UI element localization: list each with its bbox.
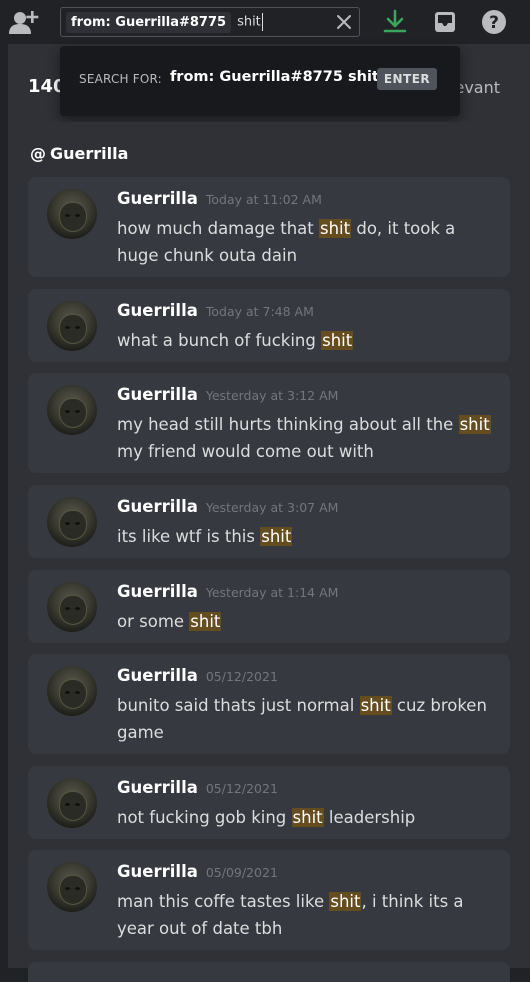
message-author[interactable]: Guerrilla 05/09/2021 xyxy=(117,862,278,881)
download-icon[interactable] xyxy=(379,6,411,38)
message-content: man this coffe tastes like shit, i think… xyxy=(117,892,464,938)
channel-header[interactable]: @ Guerrilla xyxy=(30,144,128,163)
search-highlight: shit xyxy=(319,219,352,238)
search-result[interactable]: Guerrilla Yesterday at 1:14 AM or some sh… xyxy=(28,570,510,643)
message-author[interactable]: Guerrilla Today at 7:48 AM xyxy=(117,301,314,320)
clear-search-icon[interactable] xyxy=(335,13,353,31)
search-result[interactable]: Guerrilla Today at 7:48 AM what a bunch o… xyxy=(28,289,510,362)
enter-key-hint[interactable]: ENTER xyxy=(377,68,437,90)
search-result[interactable]: Guerrilla 05/09/2021 man this coffe taste… xyxy=(28,850,510,950)
inbox-icon[interactable] xyxy=(429,6,461,38)
avatar[interactable] xyxy=(47,778,97,828)
avatar[interactable] xyxy=(47,666,97,716)
help-icon[interactable]: ? xyxy=(478,6,510,38)
avatar[interactable] xyxy=(47,582,97,632)
message-author[interactable]: Guerrilla Today at 11:02 AM xyxy=(117,189,322,208)
message-timestamp: Yesterday at 3:12 AM xyxy=(205,388,339,403)
message-timestamp: Today at 7:48 AM xyxy=(205,304,314,319)
message-content: bunito said thats just normal shit cuz b… xyxy=(117,696,487,742)
search-result[interactable]: Guerrilla Today at 11:02 AM how much dama… xyxy=(28,177,510,277)
message-timestamp: Yesterday at 3:07 AM xyxy=(205,500,339,515)
search-filter-chip[interactable]: from: Guerrilla#8775 xyxy=(66,11,232,33)
svg-text:?: ? xyxy=(489,13,499,33)
message-content: its like wtf is this shit xyxy=(117,527,293,546)
toolbar: from: Guerrilla#8775 shit ? xyxy=(0,0,530,44)
message-content: how much damage that shit do, it took a … xyxy=(117,219,456,265)
search-highlight: shit xyxy=(329,892,362,911)
search-highlight: shit xyxy=(458,415,491,434)
message-timestamp: 05/09/2021 xyxy=(205,865,278,880)
search-result[interactable]: Guerrilla Yesterday at 3:12 AM my head st… xyxy=(28,373,510,473)
message-timestamp: Today at 11:02 AM xyxy=(205,192,322,207)
search-result[interactable]: Guerrilla Yesterday at 3:07 AM its like w… xyxy=(28,485,510,558)
search-for-query[interactable]: from: Guerrilla#8775 shit xyxy=(170,69,379,85)
message-content: my head still hurts thinking about all t… xyxy=(117,415,491,461)
message-author[interactable]: Guerrilla Yesterday at 3:07 AM xyxy=(117,497,338,516)
avatar[interactable] xyxy=(47,497,97,547)
avatar[interactable] xyxy=(47,189,97,239)
message-content: or some shit xyxy=(117,612,222,631)
at-icon: @ xyxy=(30,144,46,163)
message-author[interactable]: Guerrilla 05/12/2021 xyxy=(117,778,278,797)
search-query-text: shit xyxy=(237,13,263,31)
search-highlight: shit xyxy=(321,331,354,350)
avatar[interactable] xyxy=(47,862,97,912)
message-author[interactable]: Guerrilla Yesterday at 1:14 AM xyxy=(117,582,338,601)
sort-option[interactable]: evant xyxy=(454,78,500,97)
search-highlight: shit xyxy=(260,527,293,546)
search-suggestion-popout[interactable]: SEARCH FOR: from: Guerrilla#8775 shit EN… xyxy=(60,46,460,116)
message-timestamp: 05/12/2021 xyxy=(205,669,278,684)
search-highlight: shit xyxy=(291,808,324,827)
search-highlight: shit xyxy=(359,696,392,715)
search-highlight: shit xyxy=(189,612,222,631)
message-author[interactable]: Guerrilla Yesterday at 3:12 AM xyxy=(117,385,338,404)
message-timestamp: 05/12/2021 xyxy=(205,781,278,796)
message-content: what a bunch of fucking shit xyxy=(117,331,354,350)
search-result[interactable]: Guerrilla 05/12/2021 bunito said thats ju… xyxy=(28,654,510,754)
avatar[interactable] xyxy=(47,301,97,351)
search-result[interactable]: Guerrilla 05/12/2021 not fucking gob king… xyxy=(28,766,510,839)
search-result-partial[interactable] xyxy=(28,962,510,982)
message-timestamp: Yesterday at 1:14 AM xyxy=(205,585,339,600)
search-input[interactable]: from: Guerrilla#8775 shit xyxy=(60,7,360,37)
channel-name: Guerrilla xyxy=(50,144,129,163)
message-content: not fucking gob king shit leadership xyxy=(117,808,416,827)
avatar[interactable] xyxy=(47,385,97,435)
search-for-label: SEARCH FOR: xyxy=(79,72,162,86)
add-friend-icon[interactable] xyxy=(8,6,40,38)
message-author[interactable]: Guerrilla 05/12/2021 xyxy=(117,666,278,685)
search-results-list[interactable]: @ Guerrilla Guerrilla Today at 11:02 AM h… xyxy=(8,122,530,982)
